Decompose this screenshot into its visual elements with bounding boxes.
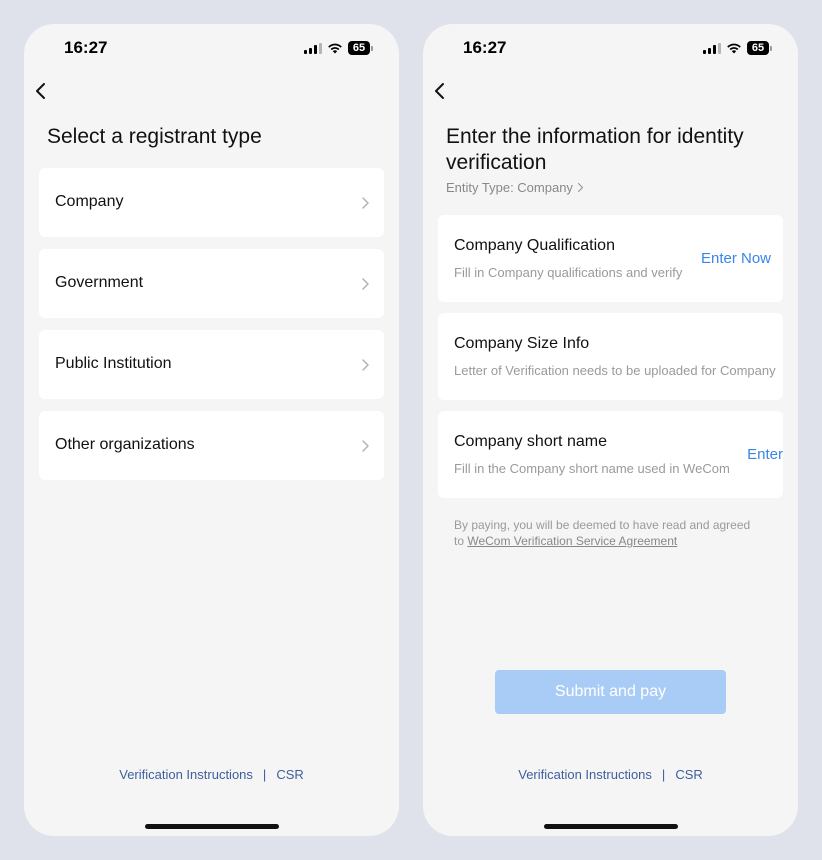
wifi-icon bbox=[328, 43, 342, 54]
chevron-left-icon bbox=[35, 83, 45, 99]
verification-instructions-link[interactable]: Verification Instructions bbox=[518, 767, 652, 782]
csr-link[interactable]: CSR bbox=[675, 767, 702, 782]
verification-instructions-link[interactable]: Verification Instructions bbox=[119, 767, 253, 782]
footer-separator: | bbox=[661, 767, 666, 782]
registrant-type-label: Government bbox=[55, 274, 144, 291]
battery-icon: 65 bbox=[747, 41, 772, 55]
home-indicator[interactable] bbox=[544, 824, 678, 829]
chevron-right-icon bbox=[577, 182, 584, 193]
footer-separator: | bbox=[262, 767, 267, 782]
card-title: Company short name bbox=[454, 433, 607, 450]
registrant-type-other-organizations[interactable]: Other organizations bbox=[39, 411, 384, 480]
page-title: Select a registrant type bbox=[47, 125, 262, 148]
footer-links: Verification Instructions | CSR bbox=[24, 767, 399, 782]
registrant-type-label: Company bbox=[55, 193, 124, 210]
entity-type-selector[interactable]: Entity Type: Company bbox=[446, 180, 584, 195]
service-agreement-link[interactable]: WeCom Verification Service Agreement bbox=[467, 534, 677, 548]
status-time: 16:27 bbox=[64, 38, 108, 57]
card-description: Letter of Verification needs to be uploa… bbox=[454, 363, 776, 378]
chevron-right-icon bbox=[362, 278, 369, 290]
wifi-icon bbox=[727, 43, 741, 54]
registrant-type-government[interactable]: Government bbox=[39, 249, 384, 318]
back-button[interactable] bbox=[429, 80, 449, 102]
status-icons: 65 bbox=[703, 41, 772, 55]
enter-now-button[interactable]: Enter Now bbox=[701, 250, 771, 267]
company-size-info-card[interactable]: Company Size Info Letter of Verification… bbox=[438, 313, 783, 400]
company-short-name-card[interactable]: Company short name Fill in the Company s… bbox=[438, 411, 783, 498]
chevron-right-icon bbox=[362, 197, 369, 209]
registrant-type-label: Other organizations bbox=[55, 436, 195, 453]
chevron-right-icon bbox=[362, 440, 369, 452]
enter-button[interactable]: Enter bbox=[747, 446, 783, 463]
csr-link[interactable]: CSR bbox=[276, 767, 303, 782]
battery-icon: 65 bbox=[348, 41, 373, 55]
battery-level: 65 bbox=[348, 41, 370, 55]
card-title: Company Size Info bbox=[454, 335, 590, 352]
page-title: Enter the information for identity verif… bbox=[446, 125, 744, 174]
registrant-type-label: Public Institution bbox=[55, 355, 172, 372]
footer-links: Verification Instructions | CSR bbox=[423, 767, 798, 782]
card-title: Company Qualification bbox=[454, 237, 615, 254]
card-description: Fill in Company qualifications and verif… bbox=[454, 265, 683, 280]
agreement-text: By paying, you will be deemed to have re… bbox=[454, 517, 754, 549]
cellular-signal-icon bbox=[703, 42, 721, 54]
status-bar: 16:27 65 bbox=[24, 24, 399, 74]
status-icons: 65 bbox=[304, 41, 373, 55]
identity-verification-screen: 16:27 65 Enter the information for ident… bbox=[423, 24, 798, 836]
status-time: 16:27 bbox=[463, 38, 507, 57]
company-qualification-card[interactable]: Company Qualification Fill in Company qu… bbox=[438, 215, 783, 302]
submit-and-pay-button[interactable]: Submit and pay bbox=[495, 670, 726, 714]
card-description: Fill in the Company short name used in W… bbox=[454, 461, 730, 476]
chevron-right-icon bbox=[362, 359, 369, 371]
status-bar: 16:27 65 bbox=[423, 24, 798, 74]
home-indicator[interactable] bbox=[145, 824, 279, 829]
registrant-type-public-institution[interactable]: Public Institution bbox=[39, 330, 384, 399]
registrant-type-screen: 16:27 65 Select a registrant type Compan… bbox=[24, 24, 399, 836]
entity-type-label: Entity Type: Company bbox=[446, 180, 573, 195]
chevron-left-icon bbox=[434, 83, 444, 99]
cellular-signal-icon bbox=[304, 42, 322, 54]
back-button[interactable] bbox=[30, 80, 50, 102]
battery-level: 65 bbox=[747, 41, 769, 55]
registrant-type-company[interactable]: Company bbox=[39, 168, 384, 237]
